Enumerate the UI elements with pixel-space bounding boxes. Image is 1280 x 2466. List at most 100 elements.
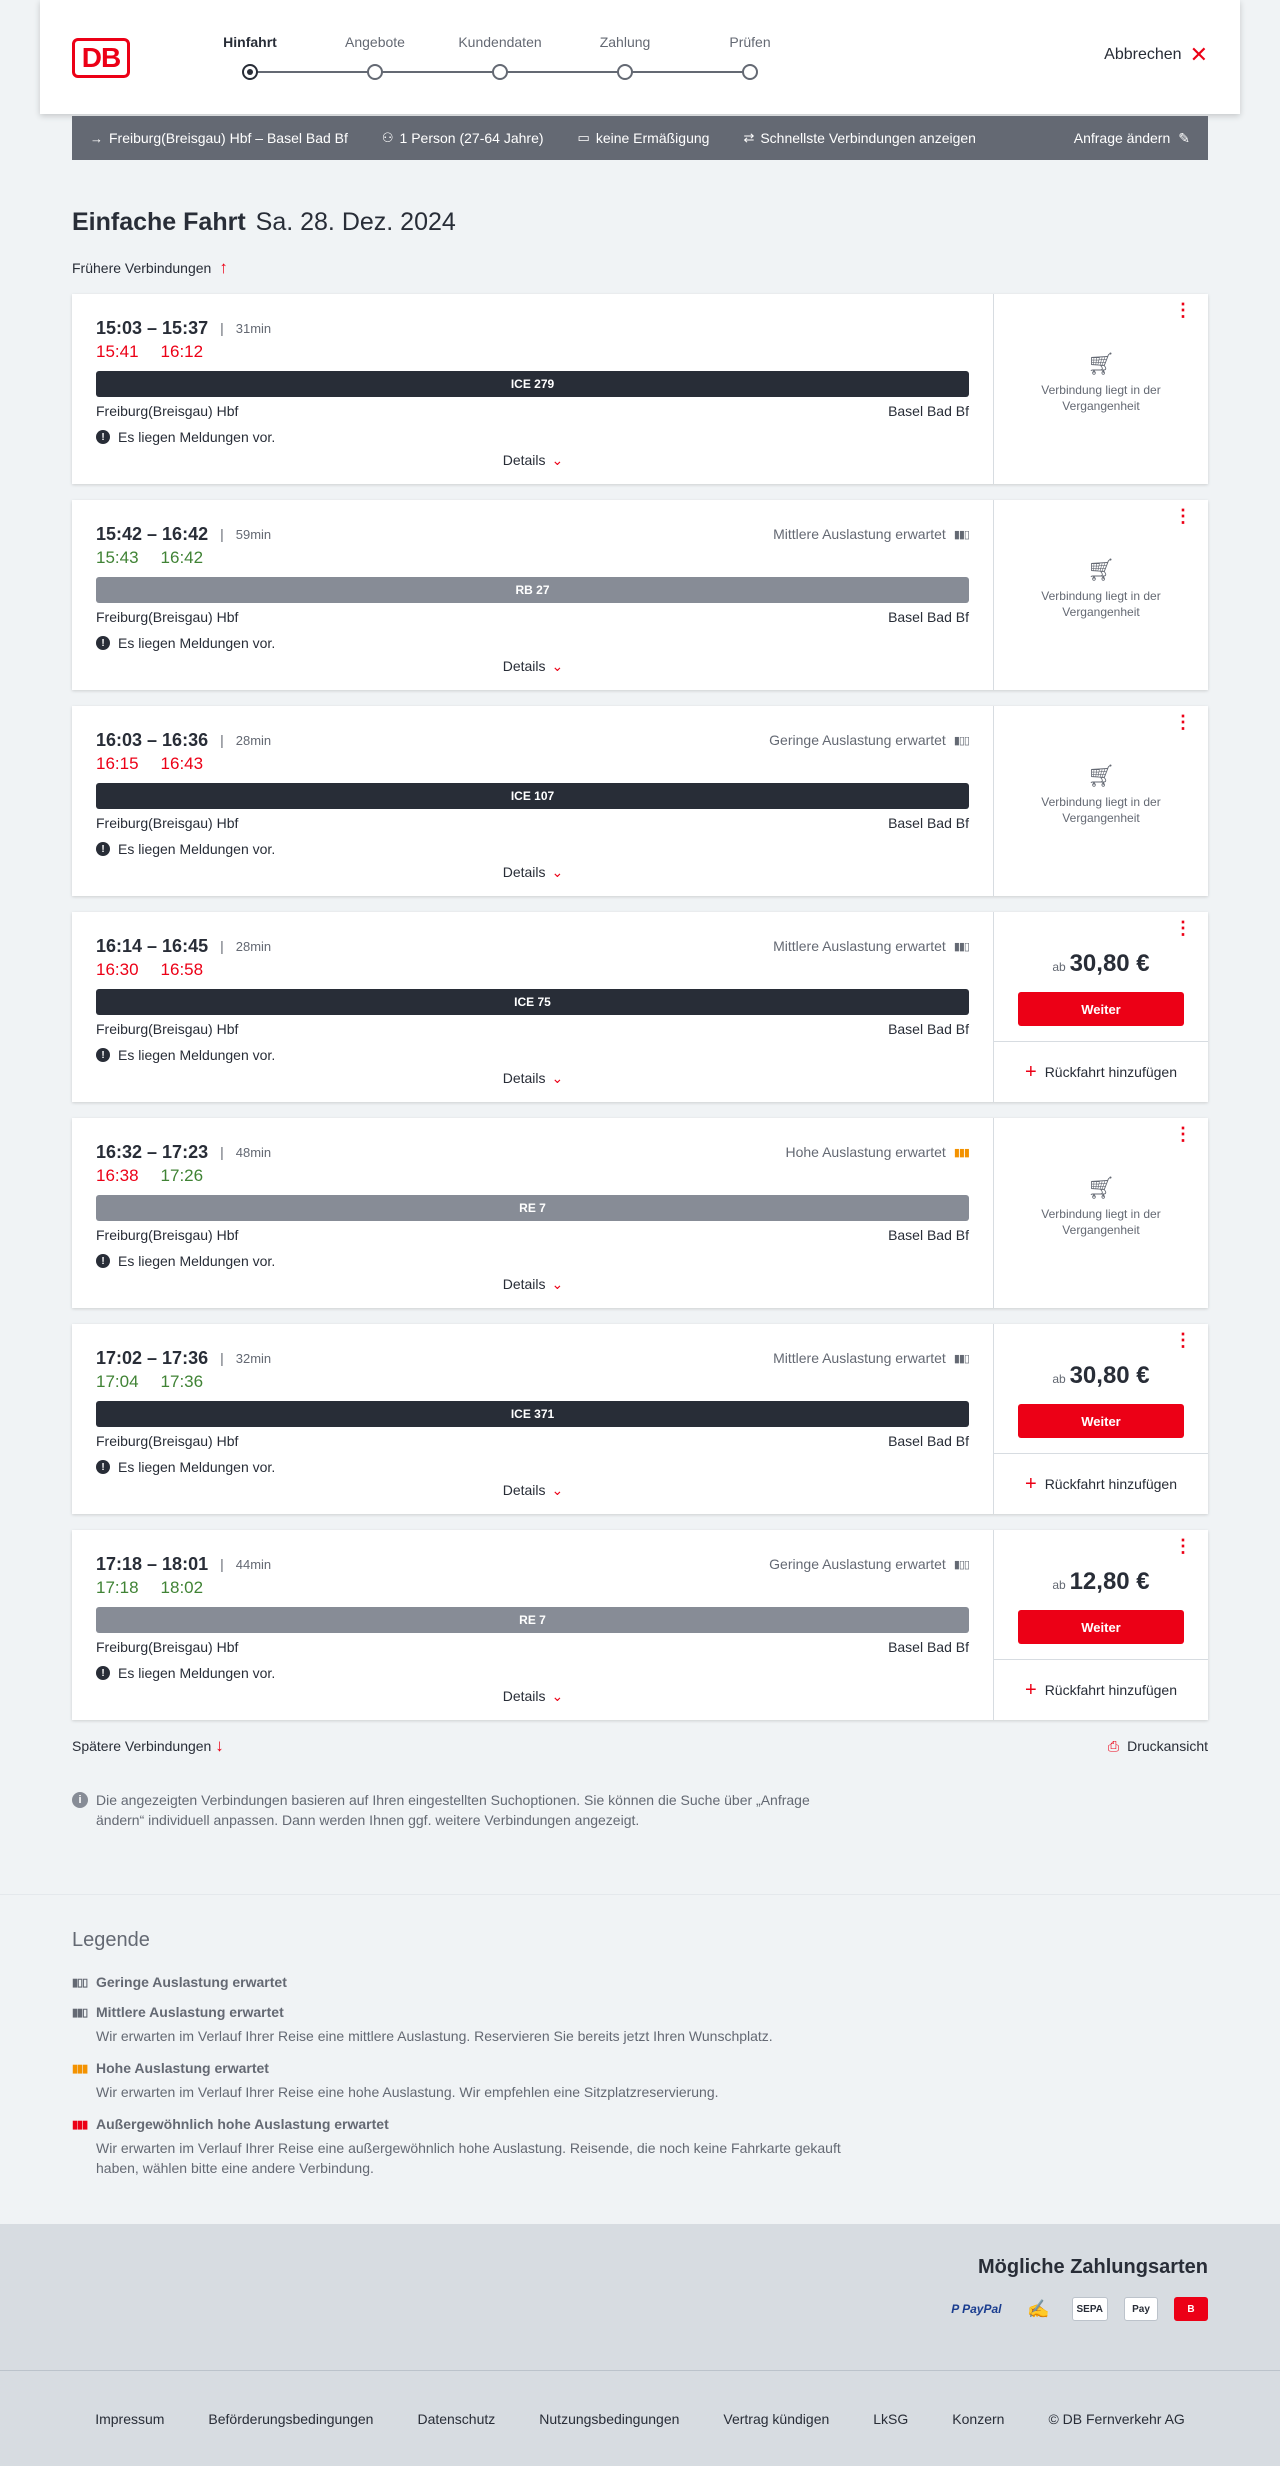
details-button[interactable]: Details ⌄ xyxy=(72,1482,994,1499)
edit-request-button[interactable]: Anfrage ändern ✎ xyxy=(1074,130,1190,147)
train-bar: ICE 75 xyxy=(96,989,969,1015)
realtime-arrival: 18:02 xyxy=(160,1578,204,1597)
legend-item-head: ▮▯▯ Geringe Auslastung erwartet xyxy=(72,1974,1208,1990)
weiter-button[interactable]: Weiter xyxy=(1018,1404,1184,1438)
price-prefix: ab xyxy=(1052,1578,1066,1592)
duration: 31min xyxy=(235,320,272,336)
more-options-icon[interactable]: ⋮ xyxy=(1174,919,1192,937)
occupancy-info: Mittlere Auslastung erwartet ▮▮▯ xyxy=(773,938,970,954)
train-bar: RE 7 xyxy=(96,1607,969,1633)
weiter-button[interactable]: Weiter xyxy=(1018,1610,1184,1644)
legend-item-title: Mittlere Auslastung erwartet xyxy=(96,2004,284,2020)
warning-icon: ! xyxy=(96,1048,110,1062)
connection-main[interactable]: 17:18 – 18:01 | 44min Geringe Auslastung er… xyxy=(72,1530,994,1720)
footer-link[interactable]: Vertrag kündigen xyxy=(723,2411,829,2427)
time-row: 16:03 – 16:36 | 28min Geringe Auslastung er… xyxy=(96,728,970,752)
info-note: i Die angezeigten Verbindungen basieren … xyxy=(72,1790,852,1830)
more-options-icon[interactable]: ⋮ xyxy=(1174,1331,1192,1349)
later-connections-link[interactable]: Spätere Verbindungen ↓ xyxy=(72,1736,224,1756)
price-value: 30,80 € xyxy=(1069,950,1150,977)
messages-notice: ! Es liegen Meldungen vor. xyxy=(96,1045,969,1065)
connection-card: 16:14 – 16:45 | 28min Mittlere Auslastung e… xyxy=(72,912,1208,1102)
details-button[interactable]: Details ⌄ xyxy=(72,658,994,675)
add-return-label: Rückfahrt hinzufügen xyxy=(1044,1476,1177,1492)
more-options-icon[interactable]: ⋮ xyxy=(1174,1537,1192,1555)
occupancy-icon: ▮▯▯ xyxy=(953,734,970,747)
legend-items: ▮▯▯ Geringe Auslastung erwartet ▮▮▯ Mittler… xyxy=(72,1974,1208,2178)
connection-main[interactable]: 17:02 – 17:36 | 32min Mittlere Auslastung e… xyxy=(72,1324,994,1514)
connection-card: 16:03 – 16:36 | 28min Geringe Auslastung er… xyxy=(72,706,1208,896)
info-text: Die angezeigten Verbindungen basieren au… xyxy=(96,1792,810,1828)
add-return-button[interactable]: + Rückfahrt hinzufügen xyxy=(994,1042,1208,1102)
discount-summary: ▭ keine Ermäßigung xyxy=(578,130,710,146)
footer-link: © DB Fernverkehr AG xyxy=(1048,2410,1185,2427)
more-options-icon[interactable]: ⋮ xyxy=(1174,507,1192,525)
earlier-connections-link[interactable]: Frühere Verbindungen ↑ xyxy=(72,258,228,278)
realtime-arrival: 16:43 xyxy=(160,754,204,773)
step-label: Hinfahrt xyxy=(223,34,277,50)
footer-link[interactable]: Nutzungsbedingungen xyxy=(539,2411,679,2427)
add-return-button[interactable]: + Rückfahrt hinzufügen xyxy=(994,1454,1208,1514)
more-options-icon[interactable]: ⋮ xyxy=(1174,713,1192,731)
train-bar: ICE 279 xyxy=(96,371,969,397)
planned-times: 17:18 – 18:01 xyxy=(96,1553,209,1574)
separator: | xyxy=(220,1350,224,1366)
cart-icon: 🛒︎ xyxy=(1087,1175,1115,1200)
destination-station: Basel Bad Bf xyxy=(888,815,969,831)
connection-list: 15:03 – 15:37 | 31min 15:41 16:12 ICE 279 Frei… xyxy=(72,294,1208,1736)
realtime-departure: 16:15 xyxy=(96,754,139,773)
planned-times: 16:03 – 16:36 xyxy=(96,729,209,750)
details-button[interactable]: Details ⌄ xyxy=(72,1276,994,1293)
top-header: DB Hinfahrt Angebote Kundendaten Zahlung… xyxy=(40,0,1240,114)
messages-notice: ! Es liegen Meldungen vor. xyxy=(96,1457,969,1477)
connection-card: 15:42 – 16:42 | 59min Mittlere Auslastung e… xyxy=(72,500,1208,690)
printer-icon: ⎙ xyxy=(1107,1737,1120,1754)
more-options-icon[interactable]: ⋮ xyxy=(1174,301,1192,319)
connection-main[interactable]: 15:03 – 15:37 | 31min 15:41 16:12 ICE 279 Frei… xyxy=(72,294,994,484)
details-button[interactable]: Details ⌄ xyxy=(72,452,994,469)
origin-station: Freiburg(Breisgau) Hbf xyxy=(96,1433,239,1449)
occupancy-icon: ▮▮▯ xyxy=(953,528,970,541)
occupancy-label: Mittlere Auslastung erwartet xyxy=(773,526,946,542)
connection-main[interactable]: 16:03 – 16:36 | 28min Geringe Auslastung er… xyxy=(72,706,994,896)
occupancy-label: Mittlere Auslastung erwartet xyxy=(773,1350,946,1366)
step-label: Kundendaten xyxy=(458,34,542,50)
footer-link[interactable]: Datenschutz xyxy=(417,2411,495,2427)
messages-notice: ! Es liegen Meldungen vor. xyxy=(96,839,969,859)
details-button[interactable]: Details ⌄ xyxy=(72,1070,994,1087)
legend-title: Legende xyxy=(72,1929,150,1951)
more-options-icon[interactable]: ⋮ xyxy=(1174,1125,1192,1143)
duration: 32min xyxy=(235,1350,272,1366)
realtime-arrival: 16:12 xyxy=(160,342,204,361)
cancel-button[interactable]: Abbrechen ✕ xyxy=(1104,44,1208,66)
footer-link[interactable]: Konzern xyxy=(952,2411,1004,2427)
occupancy-low-icon: ▮▯▯ xyxy=(72,1976,88,1989)
footer-link[interactable]: LkSG xyxy=(873,2411,908,2427)
weiter-button[interactable]: Weiter xyxy=(1018,992,1184,1026)
sepa-icon: SEPA xyxy=(1071,2297,1108,2321)
db-logo[interactable]: DB xyxy=(72,38,130,78)
add-return-button[interactable]: + Rückfahrt hinzufügen xyxy=(994,1660,1208,1720)
past-connection-notice: 🛒︎ Verbindung liegt in der Vergangenheit xyxy=(994,559,1208,620)
offer-panel: 🛒︎ Verbindung liegt in der Vergangenheit ⋮ xyxy=(994,294,1208,484)
connection-main[interactable]: 16:32 – 17:23 | 48min Hohe Auslastung erwar… xyxy=(72,1118,994,1308)
print-view-link[interactable]: ⎙ Druckansicht xyxy=(1108,1736,1208,1756)
footer-link[interactable]: Impressum xyxy=(95,2411,164,2427)
separator: | xyxy=(220,938,224,954)
connection-main[interactable]: 15:42 – 16:42 | 59min Mittlere Auslastung e… xyxy=(72,500,994,690)
train-bar: ICE 371 xyxy=(96,1401,969,1427)
details-button[interactable]: Details ⌄ xyxy=(72,864,994,881)
planned-times: 15:42 – 16:42 xyxy=(96,523,209,544)
realtime-departure: 17:18 xyxy=(96,1578,139,1597)
details-button[interactable]: Details ⌄ xyxy=(72,1688,994,1705)
card-icon: ▭ xyxy=(577,130,590,145)
footer-link[interactable]: Beförderungsbedingungen xyxy=(208,2411,373,2427)
price: ab 30,80 € xyxy=(994,1362,1208,1390)
db-bonus-icon: B xyxy=(1174,2297,1208,2321)
occupancy-high-icon: ▮▮▮ xyxy=(72,2062,88,2075)
messages-text: Es liegen Meldungen vor. xyxy=(118,1253,276,1269)
person-icon: ⚇ xyxy=(381,130,394,145)
chevron-down-icon: ⌄ xyxy=(551,452,564,468)
connection-main[interactable]: 16:14 – 16:45 | 28min Mittlere Auslastung e… xyxy=(72,912,994,1102)
occupancy-mid-icon: ▮▮▯ xyxy=(72,2006,88,2019)
